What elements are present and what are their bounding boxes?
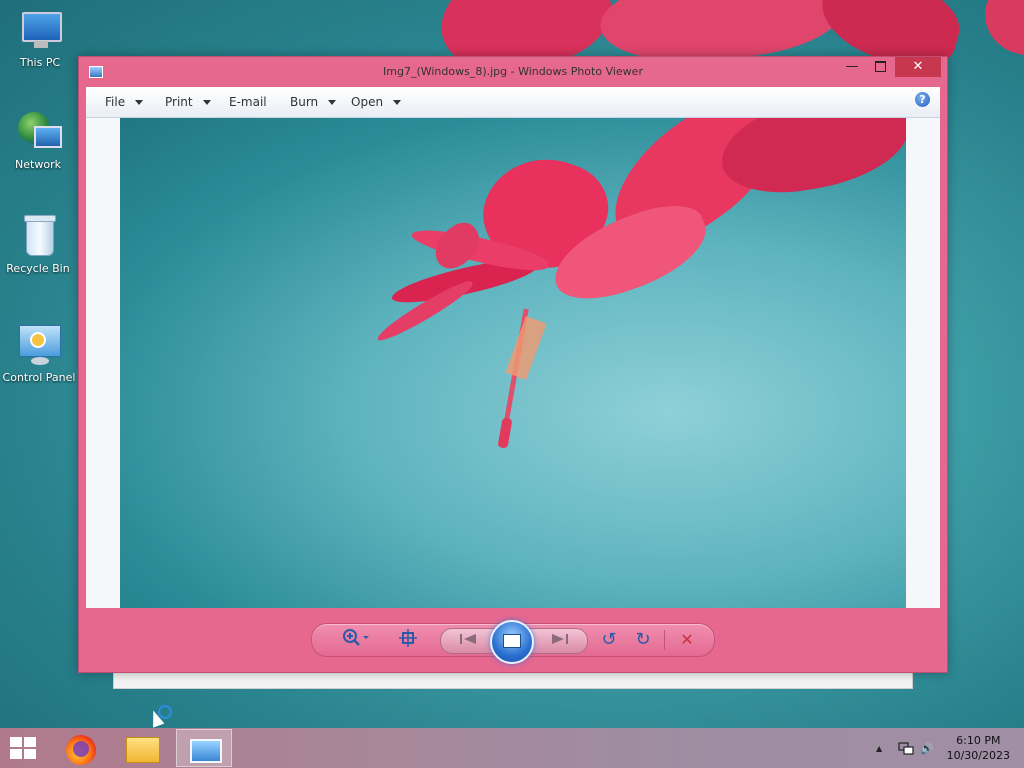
menu-email-label: E-mail	[229, 95, 267, 109]
window-shadow-pane	[113, 671, 913, 689]
desktop-icon-recycle-bin[interactable]: Recycle Bin	[0, 215, 76, 275]
close-button[interactable]: ✕	[895, 57, 941, 77]
window-title: Img7_(Windows_8).jpg - Windows Photo Vie…	[383, 65, 643, 78]
menu-print-label: Print	[165, 95, 193, 109]
chevron-down-icon	[202, 100, 211, 105]
desktop-icon-label: Control Panel	[2, 371, 76, 384]
show-hidden-icons-button[interactable]: ▲	[876, 744, 882, 753]
desktop-icon-this-pc[interactable]: This PC	[2, 10, 78, 69]
help-icon[interactable]: ?	[915, 92, 930, 107]
desktop-icon-label: Recycle Bin	[6, 262, 70, 275]
displayed-photo[interactable]	[120, 118, 906, 608]
photo-viewer-window: Img7_(Windows_8).jpg - Windows Photo Vie…	[78, 56, 948, 673]
slideshow-button[interactable]	[490, 620, 534, 664]
desktop-icon-network[interactable]: Network	[0, 112, 76, 171]
menu-file-label: File	[105, 95, 126, 109]
taskbar: ▲ 🔊 6:10 PM 10/30/2023	[0, 728, 1024, 768]
desktop-icon-label: Network	[15, 158, 61, 171]
actual-size-button[interactable]	[394, 628, 422, 652]
delete-button[interactable]: ✕	[674, 628, 700, 652]
busy-indicator-icon	[158, 705, 172, 719]
menu-burn[interactable]: Burn	[290, 95, 337, 109]
taskbar-clock[interactable]: 6:10 PM 10/30/2023	[947, 733, 1010, 763]
recycle-bin-icon	[16, 215, 60, 258]
fit-window-icon	[399, 629, 417, 647]
control-panel-icon	[17, 325, 61, 367]
firefox-icon	[66, 735, 96, 765]
viewer-control-bar: ↺ ↻ ✕	[311, 620, 715, 664]
image-view-area	[86, 118, 940, 608]
desktop-icon-label: This PC	[19, 56, 61, 69]
clock-date: 10/30/2023	[946, 749, 1010, 762]
clock-time: 6:10 PM	[956, 734, 1001, 747]
divider	[664, 630, 665, 650]
wallpaper-petal	[985, 0, 1024, 55]
network-tray-icon[interactable]	[898, 742, 914, 759]
taskbar-firefox[interactable]	[54, 729, 110, 767]
menu-burn-label: Burn	[290, 95, 319, 109]
menu-file[interactable]: File	[105, 95, 144, 109]
maximize-icon	[874, 61, 886, 72]
photo-viewer-icon	[190, 739, 222, 763]
next-icon	[552, 634, 568, 644]
previous-icon	[460, 634, 476, 644]
menu-print[interactable]: Print	[165, 95, 211, 109]
volume-tray-icon[interactable]: 🔊	[920, 742, 934, 755]
start-button[interactable]	[10, 737, 38, 761]
minimize-button[interactable]: —	[839, 57, 865, 77]
network-icon	[16, 112, 62, 154]
title-bar[interactable]: Img7_(Windows_8).jpg - Windows Photo Vie…	[79, 57, 947, 87]
menu-open[interactable]: Open	[351, 95, 402, 109]
taskbar-photo-viewer[interactable]	[176, 729, 232, 767]
menu-email[interactable]: E-mail	[229, 95, 267, 109]
file-explorer-icon	[126, 737, 160, 763]
previous-button[interactable]	[453, 629, 483, 653]
chevron-down-icon	[328, 100, 337, 105]
zoom-button[interactable]	[338, 628, 374, 652]
slideshow-icon	[503, 634, 521, 648]
taskbar-file-explorer[interactable]	[114, 729, 170, 767]
chevron-down-icon	[393, 100, 402, 105]
rotate-clockwise-button[interactable]: ↻	[630, 628, 656, 652]
chevron-down-icon	[135, 100, 144, 105]
rotate-counterclockwise-button[interactable]: ↺	[596, 628, 622, 652]
desktop-icon-control-panel[interactable]: Control Panel	[1, 325, 77, 384]
menu-open-label: Open	[351, 95, 384, 109]
zoom-icon	[343, 629, 369, 646]
computer-icon	[18, 10, 62, 52]
command-bar: File Print E-mail Burn Open ?	[86, 87, 940, 118]
maximize-button[interactable]	[867, 57, 893, 77]
windows-logo-icon	[10, 737, 22, 747]
next-button[interactable]	[545, 629, 575, 653]
